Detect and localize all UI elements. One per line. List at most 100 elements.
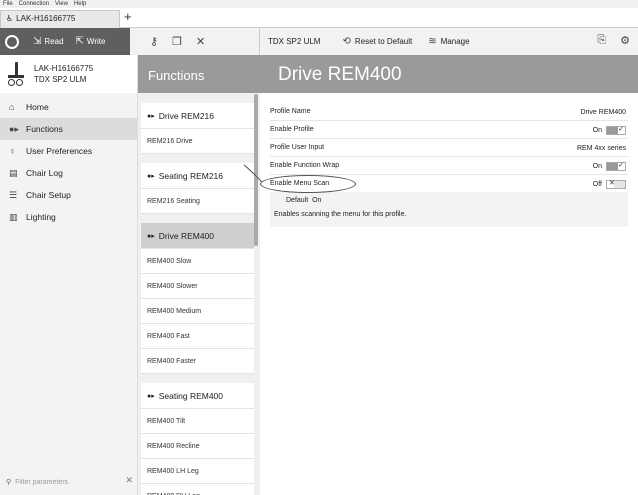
param-value-text: On <box>592 126 602 134</box>
param-row-profile-name: Profile Name Drive REM400 <box>270 103 628 121</box>
function-item[interactable]: REM400 LH Leg <box>141 459 254 484</box>
param-value[interactable]: REM 4xx series <box>577 139 626 157</box>
function-group: ●▸ Drive REM400 REM400 Slow REM400 Slower… <box>141 223 254 374</box>
parameter-panel: Profile Name Drive REM400 Enable Profile… <box>260 93 638 495</box>
sidebar-item-label: Chair Setup <box>26 190 71 200</box>
toolbar-left: ⇲ Read ⇱ Write <box>0 28 130 55</box>
header: LAK-H16166775 TDX SP2 ULM Functions Driv… <box>0 55 638 93</box>
function-list: ●▸ Drive REM216 REM216 Drive ●▸ Seating RE… <box>138 93 260 495</box>
param-label: Enable Profile <box>270 126 314 133</box>
toolbar: ⇲ Read ⇱ Write ⚷ ❐ ✕ TDX SP2 ULM ⟲ Reset… <box>0 28 638 55</box>
close-icon[interactable]: ✕ <box>196 35 205 48</box>
sidebar: ⌂ Home ●▸ Functions ♀ User Preferences ▤ Cha… <box>0 93 138 495</box>
settings-icon[interactable]: ⚙ <box>620 34 630 47</box>
menu-connection[interactable]: Connection <box>19 0 49 8</box>
key-icon[interactable]: ⚷ <box>150 35 158 48</box>
check-icon: ✓ <box>618 125 624 133</box>
function-group: ●▸ Drive REM216 REM216 Drive <box>141 103 254 154</box>
clear-filter-icon[interactable]: ✕ <box>125 475 133 486</box>
function-toggle-icon: ●▸ <box>147 112 155 120</box>
function-group-header[interactable]: ●▸ Seating REM216 <box>141 163 254 189</box>
toolbar-device-name: TDX SP2 ULM <box>268 37 321 46</box>
sidebar-item-chair-log[interactable]: ▤ Chair Log <box>0 162 137 184</box>
reset-to-default-button[interactable]: ⟲ Reset to Default <box>342 36 412 47</box>
functions-icon: ●▸ <box>9 123 19 134</box>
param-value-text: REM 4xx series <box>576 144 626 152</box>
sidebar-item-user-preferences[interactable]: ♀ User Preferences <box>0 140 137 162</box>
write-button[interactable]: ⇱ Write <box>76 36 106 47</box>
function-item[interactable]: REM400 Medium <box>141 299 254 324</box>
wheelchair-icon <box>8 62 24 86</box>
param-label: Profile Name <box>270 108 311 115</box>
log-icon: ▤ <box>9 167 18 178</box>
sidebar-item-label: Lighting <box>26 212 56 222</box>
function-group-title: Seating REM400 <box>158 390 224 401</box>
default-label: Default <box>286 197 309 204</box>
reset-icon: ⟲ <box>342 36 351 47</box>
tab-strip: ♿ LAK-H16166775 + <box>0 8 638 28</box>
function-group-title: Drive REM400 <box>158 230 215 241</box>
function-group-title: Seating REM216 <box>158 170 224 181</box>
tab-label: LAK-H16166775 <box>16 14 76 23</box>
function-group-header-selected[interactable]: ●▸ Drive REM400 <box>141 223 254 249</box>
function-toggle-icon: ●▸ <box>147 232 155 240</box>
sidebar-item-home[interactable]: ⌂ Home <box>0 96 137 118</box>
menu-view[interactable]: View <box>55 0 68 8</box>
param-row-profile-user-input: Profile User Input REM 4xx series <box>270 139 628 157</box>
function-item[interactable]: REM400 Slow <box>141 249 254 274</box>
function-item[interactable]: REM216 Drive <box>141 129 254 154</box>
add-tab-button[interactable]: + <box>124 10 132 24</box>
write-label: Write <box>86 37 106 46</box>
function-item[interactable]: REM216 Seating <box>141 189 254 214</box>
param-value-text: Drive REM400 <box>580 108 626 116</box>
filter-parameters[interactable]: ⚲ Filter parameters ✕ <box>0 475 138 489</box>
connection-icon[interactable] <box>5 34 19 49</box>
sidebar-item-lighting[interactable]: ▥ Lighting <box>0 206 137 228</box>
param-value-text: Off <box>592 180 602 188</box>
sidebar-item-label: Home <box>26 102 49 112</box>
function-item[interactable]: REM400 RH Leg <box>141 484 254 495</box>
tab-device[interactable]: ♿ LAK-H16166775 <box>0 10 120 28</box>
filter-input[interactable]: Filter parameters <box>15 479 68 486</box>
enable-menu-scan-toggle[interactable]: ✕ <box>606 179 626 189</box>
function-group-header[interactable]: ●▸ Seating REM400 <box>141 383 254 409</box>
manage-label: Manage <box>440 37 470 46</box>
param-detail: Default On Enables scanning the menu for… <box>270 192 628 227</box>
function-group-title: Drive REM216 <box>158 110 215 121</box>
menu-file[interactable]: File <box>3 0 13 8</box>
menu-help[interactable]: Help <box>74 0 86 8</box>
param-value[interactable]: Drive REM400 <box>580 103 626 121</box>
default-value: On <box>312 197 322 204</box>
function-list-scrollbar[interactable] <box>254 94 258 246</box>
function-item[interactable]: REM400 Faster <box>141 349 254 374</box>
device-id: LAK-H16166775 <box>34 64 94 73</box>
reset-label: Reset to Default <box>354 37 413 46</box>
manage-button[interactable]: ≋ Manage <box>428 36 469 47</box>
toolbar-right-icons: ⎘ ⚙ <box>597 34 630 47</box>
enable-function-wrap-toggle[interactable]: ✓ <box>606 161 626 171</box>
param-row-enable-profile: Enable Profile On ✓ <box>270 121 628 139</box>
check-icon: ✓ <box>618 161 624 169</box>
user-icon: ♀ <box>9 146 16 156</box>
home-icon: ⌂ <box>9 102 15 112</box>
function-item[interactable]: REM400 Recline <box>141 434 254 459</box>
function-item[interactable]: REM400 Fast <box>141 324 254 349</box>
enable-profile-toggle[interactable]: ✓ <box>606 125 626 135</box>
read-icon: ⇲ <box>33 36 42 47</box>
function-item[interactable]: REM400 Tilt <box>141 409 254 434</box>
sidebar-item-functions[interactable]: ●▸ Functions <box>0 118 137 140</box>
param-label: Profile User Input <box>270 144 325 151</box>
chair-small-icon: ♿ <box>6 14 14 23</box>
param-value: Off ✕ <box>593 175 626 193</box>
sidebar-item-label: Functions <box>26 124 63 134</box>
lighting-icon: ▥ <box>9 211 18 222</box>
read-button[interactable]: ⇲ Read <box>33 36 64 47</box>
write-icon: ⇱ <box>75 36 84 47</box>
copy-icon[interactable]: ❐ <box>172 35 182 48</box>
param-value: On ✓ <box>593 157 626 175</box>
clipboard-icon[interactable]: ⎘ <box>597 34 606 47</box>
function-item[interactable]: REM400 Slower <box>141 274 254 299</box>
sidebar-item-chair-setup[interactable]: ☰ Chair Setup <box>0 184 137 206</box>
function-group-header[interactable]: ●▸ Drive REM216 <box>141 103 254 129</box>
function-group: ●▸ Seating REM216 REM216 Seating <box>141 163 254 214</box>
